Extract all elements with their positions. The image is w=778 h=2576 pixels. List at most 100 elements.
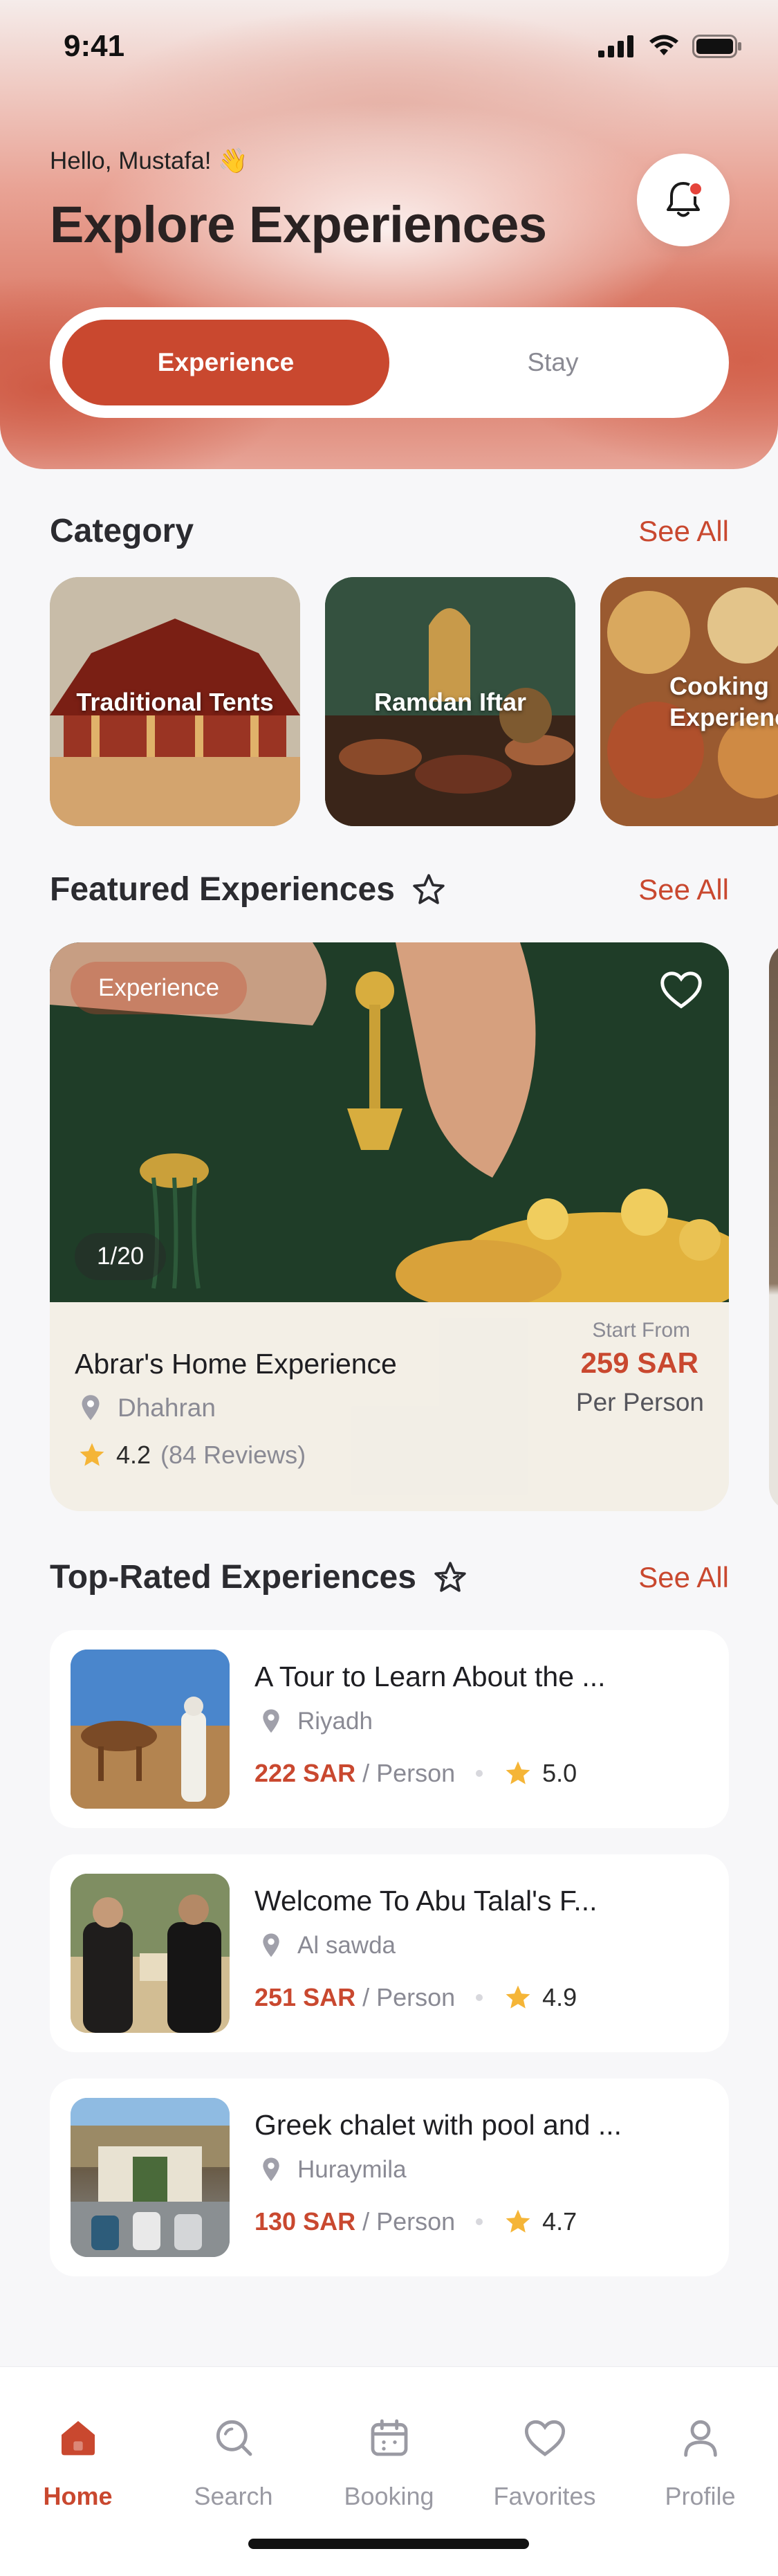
rating-value: 4.7 [542, 2207, 577, 2236]
review-count: (84 Reviews) [160, 1441, 306, 1469]
location-pin-icon [263, 1933, 279, 1957]
location-pin-icon [263, 2157, 279, 2182]
tab-label: Home [43, 2482, 113, 2510]
user-icon [678, 2411, 723, 2464]
toggle-experience[interactable]: Experience [62, 320, 389, 405]
toggle-stay[interactable]: Stay [389, 320, 716, 405]
star-icon [506, 1761, 530, 1784]
hosts-photo [71, 1874, 230, 2033]
category-label: Ramdan Iftar [373, 687, 527, 716]
experience-location: Huraymila [261, 2156, 407, 2184]
experience-title: A Tour to Learn About the ... [254, 1661, 606, 1692]
experience-name: Abrar's Home Experience [75, 1348, 397, 1380]
heart-icon [523, 2411, 567, 2464]
location-text: Huraymila [297, 2156, 407, 2183]
experience-price: 259 SAR [580, 1346, 698, 1379]
featured-header: Featured Experiences See All [50, 870, 729, 908]
featured-see-all-link[interactable]: See All [638, 873, 729, 906]
rating-value: 4.9 [542, 1983, 577, 2011]
battery-icon [692, 35, 741, 58]
notification-dot [688, 181, 703, 197]
page-title: Explore Experiences [50, 196, 547, 253]
tab-label: Booking [344, 2482, 434, 2510]
per-person-label: Per Person [575, 1388, 704, 1416]
wifi-icon [649, 35, 678, 55]
notifications-button[interactable] [637, 154, 730, 246]
top-rated-see-all-link[interactable]: See All [638, 1561, 729, 1594]
experience-meta: 251 SAR / Person 4.9 [254, 1983, 577, 2012]
experience-meta: 130 SAR / Person 4.7 [254, 2207, 577, 2236]
star-icon [506, 2209, 530, 2233]
experience-price: 251 SAR [254, 1983, 356, 2011]
separator-dot [476, 1994, 483, 2001]
rating-value: 4.2 [116, 1441, 151, 1469]
experience-price: 130 SAR [254, 2207, 356, 2236]
tab-search[interactable]: Search [156, 2411, 311, 2511]
signal-icon [598, 35, 633, 57]
top-rated-header: Top-Rated Experiences See All [50, 1558, 729, 1596]
start-from-label: Start From [592, 1319, 690, 1342]
category-badge: Experience [71, 962, 248, 1014]
location-text: Al sawda [297, 1932, 396, 1959]
top-rated-card[interactable]: Greek chalet with pool and ... Huraymila… [50, 2079, 729, 2276]
experience-price: 222 SAR [254, 1759, 356, 1787]
search-icon [212, 2411, 256, 2464]
bottom-tab-bar: Home Search Booking Favorites Profile [0, 2366, 778, 2576]
chalet-photo [71, 2098, 230, 2257]
tab-label: Profile [665, 2482, 736, 2510]
tab-label: Search [194, 2482, 273, 2510]
location-pin-icon [82, 1395, 100, 1421]
tab-label: Favorites [493, 2482, 596, 2510]
per-person-label: / Person [362, 2207, 456, 2236]
tab-home[interactable]: Home [0, 2411, 156, 2511]
stars-sparkle-icon [434, 1561, 466, 1592]
per-person-label: / Person [362, 1759, 456, 1787]
experience-stay-toggle: Experience Stay [50, 307, 729, 418]
experience-title: Greek chalet with pool and ... [254, 2109, 622, 2141]
featured-title-text: Featured Experiences [50, 871, 395, 908]
tab-profile[interactable]: Profile [622, 2411, 778, 2511]
experience-location: Dhahran [80, 1394, 216, 1423]
experience-rating: 4.9 [503, 1983, 577, 2012]
image-counter: 1/20 [75, 1233, 167, 1280]
experience-thumbnail [71, 1650, 230, 1809]
location-text: Riyadh [297, 1708, 373, 1735]
location-text: Dhahran [118, 1394, 216, 1422]
status-bar: 9:41 [0, 0, 778, 90]
featured-title: Featured Experiences [50, 870, 446, 908]
featured-image: Experience 1/20 [50, 942, 729, 1302]
star-icon [80, 1443, 104, 1466]
experience-rating: 4.7 [503, 2207, 577, 2236]
separator-dot [476, 2218, 483, 2225]
experience-location: Al sawda [261, 1932, 396, 1960]
featured-experience-card[interactable]: Experience 1/20 Abrar's Home Experience … [50, 942, 729, 1511]
calendar-icon [367, 2411, 411, 2464]
category-label: Cooking Experience [669, 672, 778, 731]
tab-favorites[interactable]: Favorites [467, 2411, 622, 2511]
category-see-all-link[interactable]: See All [638, 515, 729, 548]
tab-list: Home Search Booking Favorites Profile [0, 2411, 778, 2511]
home-indicator [248, 2539, 529, 2549]
hero-header: 9:41 Hello, Mustafa! 👋 Explore Experienc… [0, 0, 778, 469]
star-outline-icon [413, 873, 445, 904]
category-card-cooking-experience[interactable]: Cooking Experience [600, 577, 778, 826]
tab-booking[interactable]: Booking [311, 2411, 467, 2511]
top-rated-card[interactable]: A Tour to Learn About the ... Riyadh 222… [50, 1630, 729, 1828]
category-card-ramadan-iftar[interactable]: Ramdan Iftar [325, 577, 575, 826]
top-rated-title-text: Top-Rated Experiences [50, 1559, 416, 1596]
top-rated-card[interactable]: Welcome To Abu Talal's F... Al sawda 251… [50, 1854, 729, 2052]
next-featured-card-peek[interactable] [769, 942, 778, 1511]
experience-rating: 4.2 (84 Reviews) [77, 1441, 306, 1470]
rating-value: 5.0 [542, 1759, 577, 1787]
experience-thumbnail [71, 1874, 230, 2033]
separator-dot [476, 1770, 483, 1777]
favorite-button[interactable] [658, 969, 704, 1014]
category-label: Traditional Tents [76, 687, 274, 716]
heart-icon [660, 971, 702, 1009]
greeting-text: Hello, Mustafa! 👋 [50, 147, 248, 174]
location-pin-icon [263, 1709, 279, 1733]
experience-thumbnail [71, 2098, 230, 2257]
category-card-traditional-tents[interactable]: Traditional Tents [50, 577, 300, 826]
experience-title: Welcome To Abu Talal's F... [254, 1885, 598, 1917]
camel-photo [71, 1650, 230, 1809]
